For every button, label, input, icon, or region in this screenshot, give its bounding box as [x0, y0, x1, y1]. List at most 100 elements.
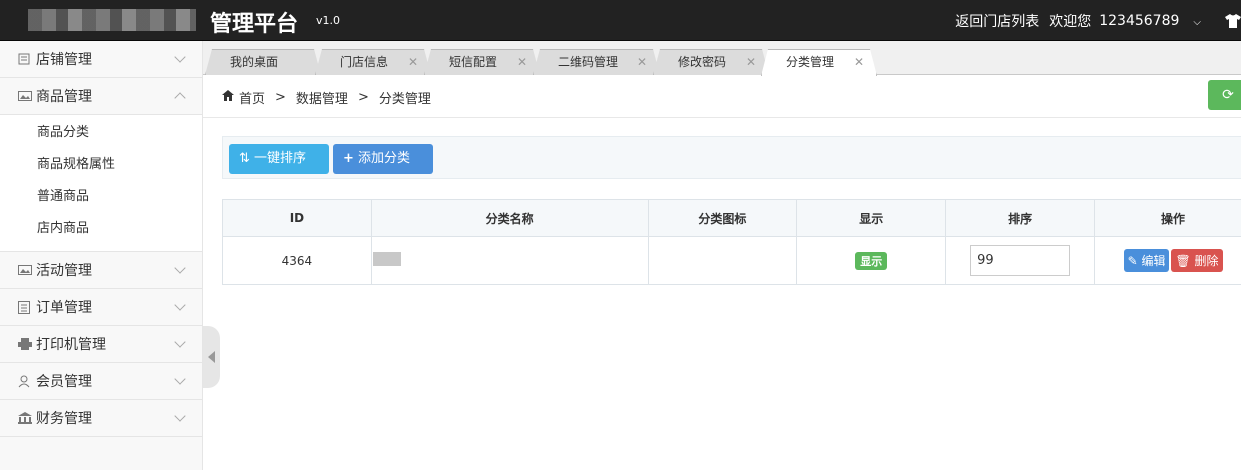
submenu-item-product-category[interactable]: 商品分类 [0, 117, 202, 149]
redacted-name [372, 252, 401, 266]
pencil-icon: ✎ [1127, 254, 1138, 268]
close-icon[interactable]: ✕ [517, 50, 527, 74]
edit-button[interactable]: ✎ 编辑 [1123, 249, 1170, 272]
cell-name [370, 236, 649, 285]
sort-button-label: 一键排序 [254, 151, 307, 166]
submenu-item-product-spec[interactable]: 商品规格属性 [0, 149, 202, 181]
breadcrumb: 首页 > 数据管理 > 分类管理 [222, 88, 431, 107]
sidebar-item-label: 商品管理 [36, 89, 92, 105]
cell-icon [647, 236, 798, 285]
category-table: ID 分类名称 分类图标 显示 排序 操作 4364 显示 ✎ 编辑🗑 删除 [222, 199, 1241, 285]
tab-label: 门店信息 [340, 55, 389, 69]
username: 123456789 [1099, 12, 1180, 29]
back-to-store-list-link[interactable]: 返回门店列表 [955, 11, 1039, 31]
one-click-sort-button[interactable]: ⇅ 一键排序 [229, 144, 329, 174]
add-button-label: 添加分类 [358, 151, 411, 166]
book-icon [18, 53, 32, 65]
add-category-button[interactable]: + 添加分类 [333, 144, 433, 174]
tab-label: 二维码管理 [558, 55, 619, 69]
welcome-text: 欢迎您 [1049, 13, 1092, 30]
sidebar-item-label: 打印机管理 [36, 337, 106, 353]
cell-actions: ✎ 编辑 🗑 删除 [1094, 236, 1241, 285]
tab-my-desktop[interactable]: 我的桌面 [205, 49, 321, 75]
refresh-icon: ⟳ [1222, 87, 1234, 103]
sidebar-item-label: 会员管理 [36, 374, 92, 390]
sort-order-input[interactable] [970, 245, 1071, 276]
sidebar-item-finance-management[interactable]: 财务管理 [0, 400, 202, 437]
chevron-down-icon [174, 410, 186, 422]
breadcrumb-home[interactable]: 首页 [239, 88, 265, 107]
sidebar-item-order-management[interactable]: 订单管理 [0, 289, 202, 326]
cell-id: 4364 [222, 236, 372, 285]
tab-label: 我的桌面 [230, 55, 279, 69]
sidebar-item-printer-management[interactable]: 打印机管理 [0, 326, 202, 363]
sidebar-item-label: 财务管理 [36, 411, 92, 427]
sidebar-item-store-management[interactable]: 店铺管理 [0, 41, 202, 78]
table-header-row: ID 分类名称 分类图标 显示 排序 操作 [222, 199, 1241, 237]
product-submenu: 商品分类 商品规格属性 普通商品 店内商品 [0, 115, 202, 252]
breadcrumb-data-management[interactable]: 数据管理 [296, 88, 348, 107]
printer-icon [18, 338, 32, 350]
toolbar: ⇅ 一键排序 + 添加分类 [222, 136, 1241, 179]
close-icon[interactable]: ✕ [854, 50, 864, 74]
chevron-up-icon [174, 92, 186, 104]
chevron-down-icon [174, 373, 186, 385]
cell-sort [945, 236, 1096, 285]
shirt-icon[interactable] [1225, 13, 1241, 28]
delete-button[interactable]: 🗑 删除 [1171, 249, 1223, 272]
column-header-actions: 操作 [1094, 199, 1241, 237]
sidebar: 店铺管理 商品管理 商品分类 商品规格属性 普通商品 店内商品 活动管理 订单管… [0, 41, 203, 470]
sort-icon: ⇅ [239, 151, 250, 166]
submenu-item-regular-product[interactable]: 普通商品 [0, 181, 202, 213]
table-row: 4364 显示 ✎ 编辑🗑 删除 [222, 236, 1241, 285]
refresh-button[interactable]: ⟳ [1208, 80, 1241, 110]
chevron-down-icon [174, 299, 186, 311]
tab-label: 修改密码 [678, 55, 727, 69]
divider [203, 117, 1241, 118]
brand-title: 管理平台 [210, 12, 299, 37]
chevron-down-icon [174, 336, 186, 348]
column-header-id: ID [222, 199, 372, 237]
column-header-icon: 分类图标 [647, 199, 798, 237]
sidebar-item-activity-management[interactable]: 活动管理 [0, 252, 202, 289]
edit-label: 编辑 [1141, 254, 1166, 268]
tab-change-password[interactable]: 修改密码 ✕ [653, 49, 769, 75]
sidebar-item-label: 订单管理 [36, 300, 92, 316]
image-icon [18, 264, 32, 276]
tab-sms-config[interactable]: 短信配置 ✕ [424, 49, 540, 75]
column-header-name: 分类名称 [370, 199, 649, 237]
delete-label: 删除 [1194, 254, 1219, 268]
tab-qrcode-management[interactable]: 二维码管理 ✕ [533, 49, 660, 75]
home-icon [222, 90, 234, 105]
tab-bar: 我的桌面 门店信息 ✕ 短信配置 ✕ 二维码管理 ✕ 修改密码 ✕ 分类管理 ✕ [203, 41, 1241, 75]
chevron-down-icon [174, 262, 186, 274]
column-header-show: 显示 [796, 199, 947, 237]
trash-icon: 🗑 [1175, 254, 1191, 268]
plus-icon: + [343, 151, 354, 166]
close-icon[interactable]: ✕ [746, 50, 756, 74]
cell-show: 显示 [796, 236, 947, 285]
logo [28, 9, 196, 31]
tab-category-management[interactable]: 分类管理 ✕ [761, 49, 877, 76]
breadcrumb-separator: > [275, 90, 286, 105]
sidebar-item-label: 店铺管理 [36, 52, 92, 68]
chevron-down-icon [174, 51, 186, 63]
tab-label: 短信配置 [449, 55, 498, 69]
sidebar-item-member-management[interactable]: 会员管理 [0, 363, 202, 400]
chevron-down-icon: ⌵ [1193, 16, 1201, 28]
sidebar-item-product-management[interactable]: 商品管理 [0, 78, 202, 115]
user-icon [18, 375, 32, 388]
list-icon [18, 301, 32, 314]
sidebar-item-label: 活动管理 [36, 263, 92, 279]
image-icon [18, 90, 32, 102]
user-menu[interactable]: 123456789 ⌵ [1099, 13, 1211, 29]
submenu-item-instore-product[interactable]: 店内商品 [0, 213, 202, 245]
close-icon[interactable]: ✕ [637, 50, 647, 74]
status-badge: 显示 [855, 251, 888, 270]
column-header-sort: 排序 [945, 199, 1096, 237]
tab-store-info[interactable]: 门店信息 ✕ [315, 49, 431, 75]
breadcrumb-current: 分类管理 [378, 92, 431, 107]
breadcrumb-separator: > [357, 90, 369, 105]
close-icon[interactable]: ✕ [408, 50, 418, 74]
sidebar-collapse-toggle[interactable] [203, 326, 220, 388]
